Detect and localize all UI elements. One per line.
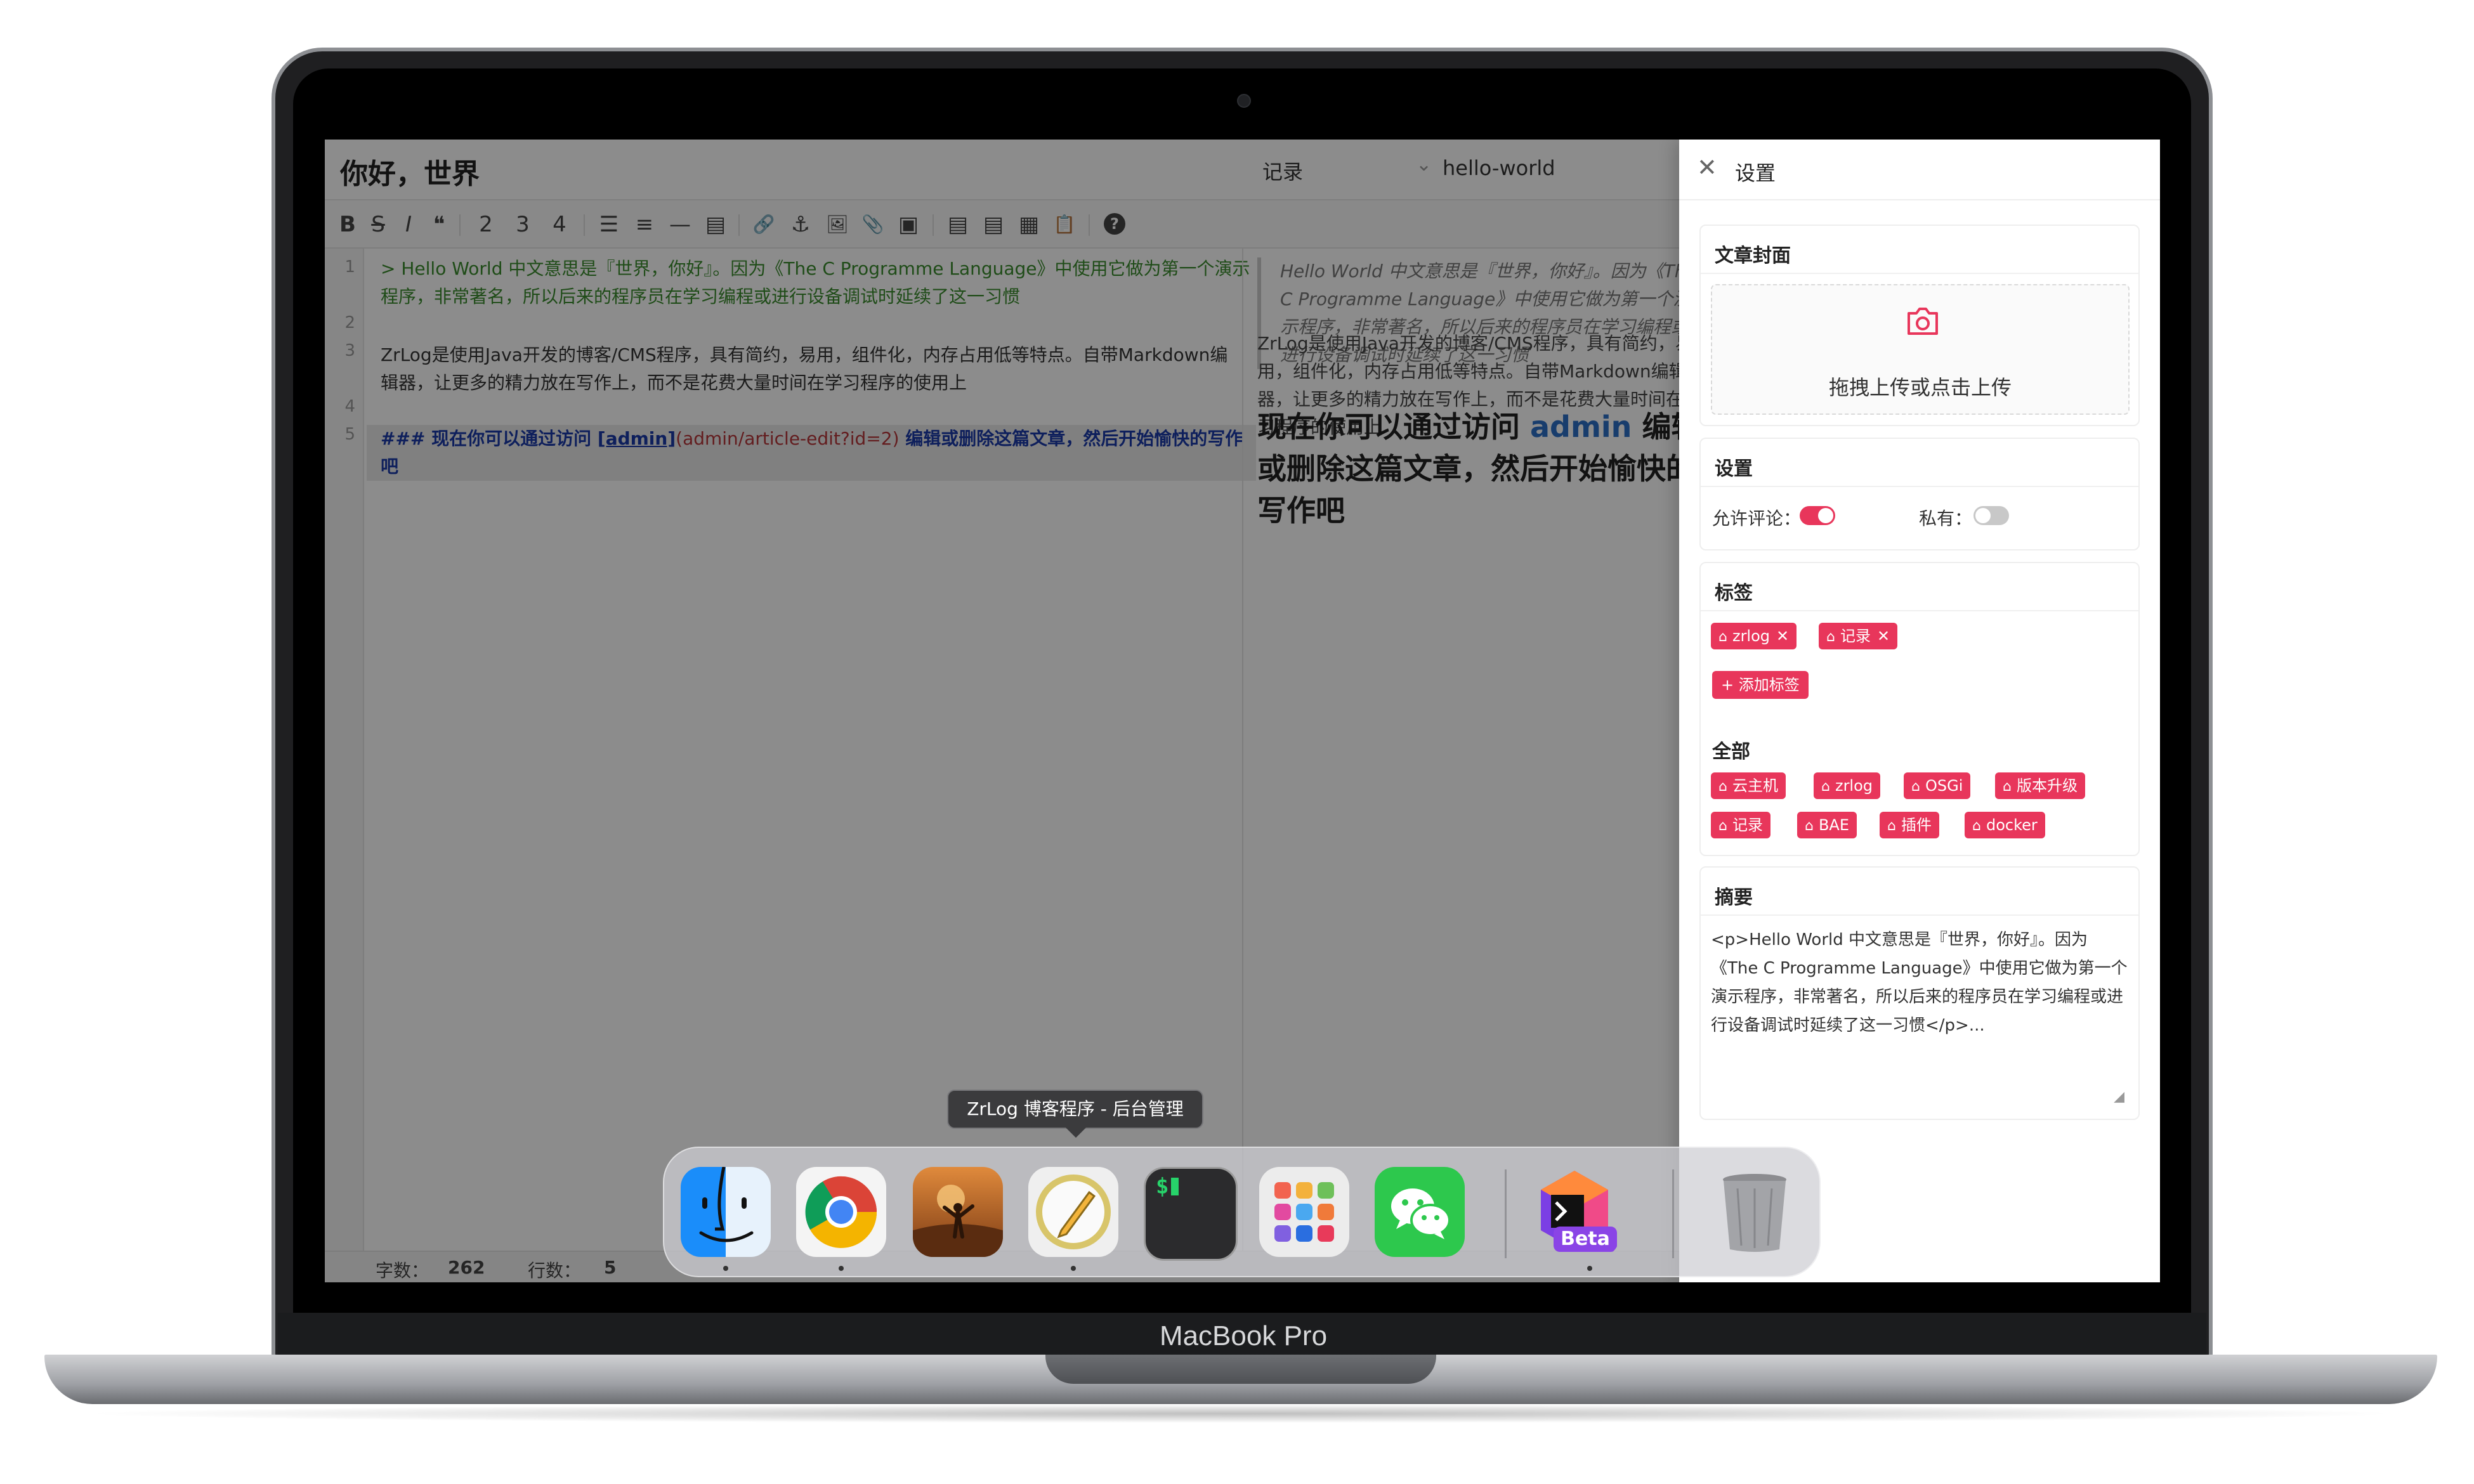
close-icon[interactable]: ✕ [1697, 153, 1717, 181]
camera-icon [1908, 308, 1938, 335]
launchpad-icon[interactable] [1259, 1167, 1349, 1257]
summary-header: 摘要 [1701, 868, 2138, 916]
textedit-icon[interactable] [1028, 1167, 1118, 1257]
available-tag[interactable]: ⌂ 云主机 [1711, 772, 1786, 799]
tag-icon: ⌂ [1718, 629, 1727, 645]
laptop-notch [1045, 1355, 1436, 1384]
tag-label: 记录 [1840, 627, 1871, 645]
tags-header: 标签 [1701, 563, 2138, 611]
running-indicator [1587, 1266, 1592, 1271]
settings-header: 设置 [1701, 439, 2138, 487]
trash-icon[interactable] [1710, 1167, 1800, 1257]
remove-tag-icon[interactable]: ✕ [1776, 627, 1789, 645]
available-tag[interactable]: ⌂ 插件 [1880, 812, 1939, 838]
cover-card: 文章封面 拖拽上传或点击上传 [1699, 225, 2140, 426]
camera [1237, 94, 1251, 108]
tag-icon: ⌂ [1826, 629, 1835, 645]
running-indicator [1071, 1266, 1076, 1271]
settings-card: 设置 允许评论： 私有： [1699, 438, 2140, 550]
available-tag[interactable]: ⌂ 记录 [1711, 812, 1770, 838]
terminal-icon[interactable]: $ [1144, 1167, 1238, 1261]
brand-label: MacBook Pro [1159, 1320, 1328, 1351]
private-toggle[interactable] [1973, 506, 2009, 525]
summary-card: 摘要 <p>Hello World 中文意思是『世界，你好』。因为《The C … [1699, 866, 2140, 1120]
available-tag[interactable]: ⌂ BAE [1797, 812, 1857, 838]
allow-comment-label: 允许评论： [1712, 508, 1802, 529]
wechat-icon[interactable] [1375, 1167, 1465, 1257]
tag-label: zrlog [1732, 627, 1770, 645]
summary-textarea[interactable]: <p>Hello World 中文意思是『世界，你好』。因为《The C Pro… [1711, 926, 2131, 1116]
screen: 你好，世界 记录 ⌄ hello-world B S I ❝ 2 3 4 ☰ ≡… [325, 140, 2160, 1282]
allow-comment-toggle[interactable] [1800, 506, 1835, 525]
available-tag[interactable]: ⌂ docker [1965, 812, 2045, 838]
drawer-title: 设置 [1735, 161, 1776, 185]
add-tag-button[interactable]: + 添加标签 [1712, 671, 1809, 699]
private-label: 私有： [1919, 508, 1973, 529]
dock-separator [1672, 1169, 1674, 1258]
upload-text: 拖拽上传或点击上传 [1828, 375, 2012, 400]
chrome-icon[interactable] [796, 1167, 886, 1257]
remove-tag-icon[interactable]: ✕ [1877, 627, 1890, 645]
resize-grip-icon[interactable]: ◢ [2114, 1089, 2124, 1105]
laptop-shadow [76, 1404, 2405, 1423]
running-indicator [723, 1266, 728, 1271]
cover-upload-area[interactable]: 拖拽上传或点击上传 [1711, 284, 2130, 415]
drawer-header: ✕ 设置 [1679, 140, 2160, 200]
selected-tag[interactable]: ⌂ zrlog ✕ [1711, 623, 1797, 649]
beta-badge: Beta [1554, 1227, 1617, 1252]
dock: $ Beta [663, 1147, 1821, 1277]
available-tag[interactable]: ⌂ zrlog [1814, 772, 1881, 799]
dock-separator [1505, 1169, 1507, 1258]
settings-drawer: ✕ 设置 文章封面 拖拽上传或点击上传 设置 允许评论： 私有： 标签 ⌂ zrl… [1679, 140, 2160, 1282]
running-indicator [839, 1266, 844, 1271]
dock-tooltip: ZrLog 博客程序 - 后台管理 [947, 1090, 1203, 1129]
all-tags-header: 全部 [1712, 741, 1750, 763]
finder-icon[interactable] [681, 1167, 771, 1257]
photo-app-icon[interactable] [913, 1167, 1003, 1257]
toolbox-beta-icon[interactable]: Beta [1529, 1167, 1620, 1257]
cover-header: 文章封面 [1701, 226, 2138, 274]
tags-card: 标签 ⌂ zrlog ✕ ⌂ 记录 ✕ + 添加标签 全部 ⌂ 云主机 ⌂ zrlog ⌂ O… [1699, 562, 2140, 856]
terminal-prompt: $ [1156, 1174, 1169, 1199]
available-tag[interactable]: ⌂ 版本升级 [1995, 772, 2085, 799]
available-tag[interactable]: ⌂ OSGi [1904, 772, 1971, 799]
selected-tag[interactable]: ⌂ 记录 ✕ [1819, 623, 1898, 649]
tooltip-arrow [1066, 1128, 1086, 1138]
